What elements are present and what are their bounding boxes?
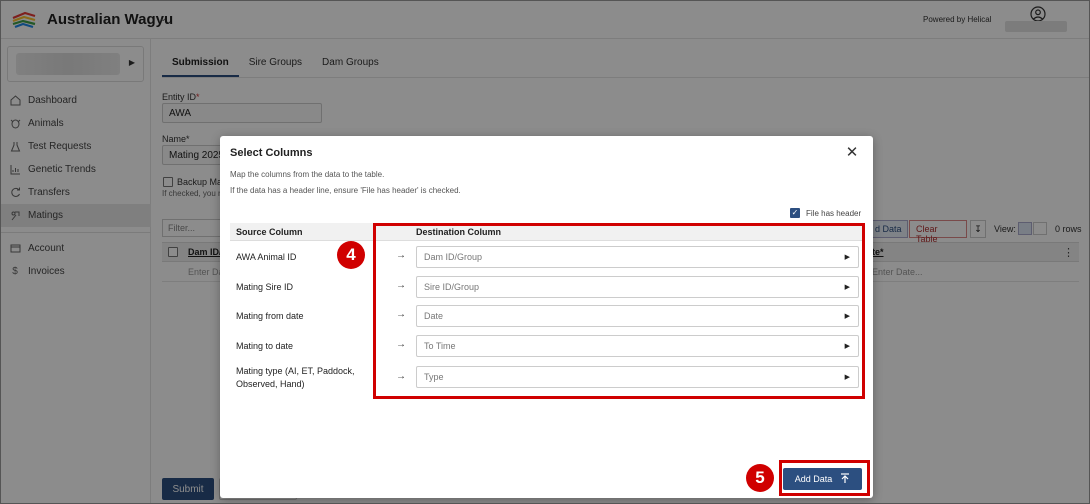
modal-hint: If the data has a header line, ensure 'F… (230, 186, 461, 195)
annotation-step-5: 5 (746, 464, 774, 492)
annotation-highlight-destination (373, 223, 865, 399)
file-has-header-label: File has header (806, 209, 862, 218)
source-column-name: Mating Sire ID (236, 282, 294, 292)
modal-title: Select Columns (230, 147, 313, 159)
annotation-step-4: 4 (337, 241, 365, 269)
source-column-name: Mating type (AI, ET, Paddock, Observed, … (236, 366, 355, 389)
source-column-name: AWA Animal ID (236, 252, 297, 262)
annotation-highlight-add-data (779, 460, 870, 496)
close-icon[interactable]: ✕ (844, 145, 860, 161)
modal-description: Map the columns from the data to the tab… (230, 170, 385, 179)
app-window: Australian Wagyu ⌄ Powered by Helical ▶ … (0, 0, 1090, 504)
file-has-header-checkbox[interactable]: ✓ (790, 208, 800, 218)
source-column-name: Mating from date (236, 311, 304, 321)
source-column-header: Source Column (236, 227, 303, 237)
source-column-name: Mating to date (236, 341, 294, 351)
